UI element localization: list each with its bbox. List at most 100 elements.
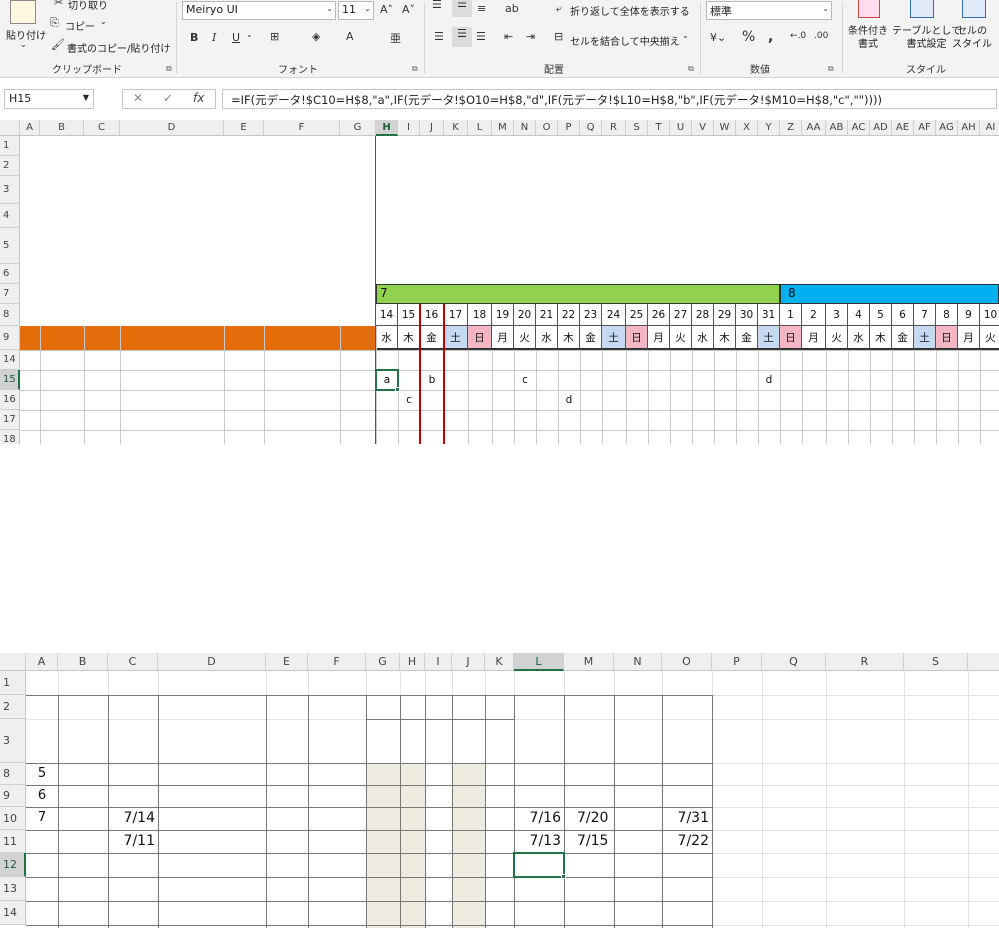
align-center-icon[interactable]: ☰ bbox=[452, 27, 472, 47]
day-cell[interactable]: 10 bbox=[980, 304, 999, 326]
column-header[interactable]: L bbox=[514, 653, 564, 671]
date-cell[interactable]: 7/14 bbox=[108, 807, 158, 830]
day-cell[interactable]: 28 bbox=[692, 304, 714, 326]
column-header[interactable]: C bbox=[108, 653, 158, 671]
weekday-cell[interactable]: 土 bbox=[602, 326, 626, 350]
column-header[interactable]: Z bbox=[780, 120, 802, 136]
dialog-launcher-icon[interactable]: ⧉ bbox=[688, 64, 694, 74]
percent-icon[interactable]: % bbox=[742, 29, 755, 45]
column-header[interactable]: L bbox=[468, 120, 492, 136]
date-cell[interactable]: 7/20 bbox=[564, 807, 614, 830]
weekday-cell[interactable]: 土 bbox=[444, 326, 468, 350]
date-cell[interactable]: 7/22 bbox=[662, 830, 712, 853]
column-header[interactable]: G bbox=[366, 653, 400, 671]
row-header[interactable]: 18 bbox=[0, 430, 20, 444]
weekday-cell[interactable]: 土 bbox=[758, 326, 780, 350]
phonetic-icon[interactable]: 亜 bbox=[390, 30, 401, 46]
column-header[interactable]: N bbox=[614, 653, 662, 671]
column-header[interactable]: D bbox=[158, 653, 266, 671]
row-header[interactable]: 6 bbox=[0, 264, 20, 284]
weekday-cell[interactable]: 木 bbox=[398, 326, 420, 350]
day-cell[interactable]: 25 bbox=[626, 304, 648, 326]
conditional-format-button[interactable]: 条件付き 書式 bbox=[848, 25, 888, 51]
number-format-select[interactable]: 標準 ⌄ bbox=[706, 1, 832, 20]
font-color-icon[interactable]: A bbox=[346, 30, 354, 43]
orientation-icon[interactable]: ab bbox=[505, 2, 519, 15]
column-header[interactable]: AD bbox=[870, 120, 892, 136]
weekday-cell[interactable]: 水 bbox=[692, 326, 714, 350]
day-cell[interactable]: 9 bbox=[958, 304, 980, 326]
row-header[interactable]: 8 bbox=[0, 304, 20, 326]
decrease-decimal-icon[interactable]: .00 bbox=[814, 31, 828, 41]
weekday-cell[interactable]: 木 bbox=[558, 326, 580, 350]
increase-decimal-icon[interactable]: ←.0 bbox=[790, 31, 806, 41]
font-name-select[interactable]: Meiryo UI ⌄ bbox=[182, 1, 336, 20]
gantt-mark[interactable]: c bbox=[514, 370, 536, 390]
select-all-corner[interactable] bbox=[0, 120, 20, 136]
day-cell[interactable]: 18 bbox=[468, 304, 492, 326]
align-top-icon[interactable]: ☰ bbox=[432, 0, 442, 11]
column-header[interactable]: O bbox=[662, 653, 712, 671]
day-cell[interactable]: 22 bbox=[558, 304, 580, 326]
number-cell[interactable]: 5 bbox=[26, 763, 58, 785]
dialog-launcher-icon[interactable]: ⧉ bbox=[412, 64, 418, 74]
weekday-cell[interactable]: 月 bbox=[802, 326, 826, 350]
align-middle-icon[interactable]: ☰ bbox=[452, 0, 472, 17]
select-all-corner[interactable] bbox=[0, 653, 26, 671]
column-header[interactable]: Q bbox=[580, 120, 602, 136]
row-header[interactable]: 7 bbox=[0, 284, 20, 304]
column-header[interactable]: AF bbox=[914, 120, 936, 136]
column-header[interactable]: F bbox=[264, 120, 340, 136]
weekday-cell[interactable]: 火 bbox=[980, 326, 999, 350]
row-header[interactable]: 2 bbox=[0, 156, 20, 176]
column-header[interactable]: B bbox=[58, 653, 108, 671]
row-header[interactable]: 11 bbox=[0, 830, 26, 853]
row-header[interactable]: 8 bbox=[0, 763, 26, 785]
column-header[interactable]: A bbox=[26, 653, 58, 671]
row-header[interactable]: 3 bbox=[0, 176, 20, 204]
weekday-cell[interactable]: 火 bbox=[826, 326, 848, 350]
day-cell[interactable]: 17 bbox=[444, 304, 468, 326]
column-header[interactable]: I bbox=[425, 653, 452, 671]
date-cell[interactable]: 7/31 bbox=[662, 807, 712, 830]
border-icon[interactable]: ⊞ bbox=[270, 30, 279, 43]
copy-button[interactable]: コピー bbox=[65, 18, 95, 33]
fill-handle[interactable] bbox=[395, 387, 400, 392]
column-header[interactable]: S bbox=[904, 653, 968, 671]
bold-button[interactable]: B bbox=[190, 31, 198, 44]
weekday-cell[interactable]: 火 bbox=[514, 326, 536, 350]
column-header[interactable]: F bbox=[308, 653, 366, 671]
paste-icon[interactable] bbox=[10, 0, 36, 24]
increase-indent-icon[interactable]: ⇥ bbox=[526, 30, 535, 43]
row-header[interactable]: 5 bbox=[0, 228, 20, 264]
weekday-cell[interactable]: 水 bbox=[376, 326, 398, 350]
insert-function-icon[interactable]: fx bbox=[193, 91, 204, 105]
column-header[interactable]: N bbox=[514, 120, 536, 136]
column-header[interactable]: H bbox=[400, 653, 425, 671]
column-header[interactable]: T bbox=[648, 120, 670, 136]
day-cell[interactable]: 24 bbox=[602, 304, 626, 326]
column-header[interactable]: G bbox=[340, 120, 376, 136]
weekday-cell[interactable]: 金 bbox=[420, 326, 444, 350]
row-header[interactable]: 17 bbox=[0, 410, 20, 430]
column-header[interactable]: K bbox=[485, 653, 514, 671]
wrap-text-button[interactable]: 折り返して全体を表示する bbox=[570, 3, 690, 18]
column-header[interactable]: U bbox=[670, 120, 692, 136]
day-cell[interactable]: 31 bbox=[758, 304, 780, 326]
day-cell[interactable]: 6 bbox=[892, 304, 914, 326]
column-header[interactable]: M bbox=[492, 120, 514, 136]
column-header[interactable]: AE bbox=[892, 120, 914, 136]
day-cell[interactable]: 15 bbox=[398, 304, 420, 326]
chevron-down-icon[interactable]: ⌄ bbox=[682, 31, 689, 40]
format-table-button[interactable]: テーブルとして 書式設定 bbox=[892, 25, 961, 51]
column-header[interactable]: R bbox=[826, 653, 904, 671]
weekday-cell[interactable]: 金 bbox=[580, 326, 602, 350]
column-header[interactable]: W bbox=[714, 120, 736, 136]
shrink-font-icon[interactable]: A˅ bbox=[402, 3, 415, 16]
date-cell[interactable]: 7/11 bbox=[108, 830, 158, 853]
day-cell[interactable]: 21 bbox=[536, 304, 558, 326]
row-header[interactable]: 16 bbox=[0, 390, 20, 410]
weekday-cell[interactable]: 日 bbox=[936, 326, 958, 350]
number-cell[interactable]: 7 bbox=[26, 807, 58, 829]
weekday-cell[interactable]: 日 bbox=[468, 326, 492, 350]
